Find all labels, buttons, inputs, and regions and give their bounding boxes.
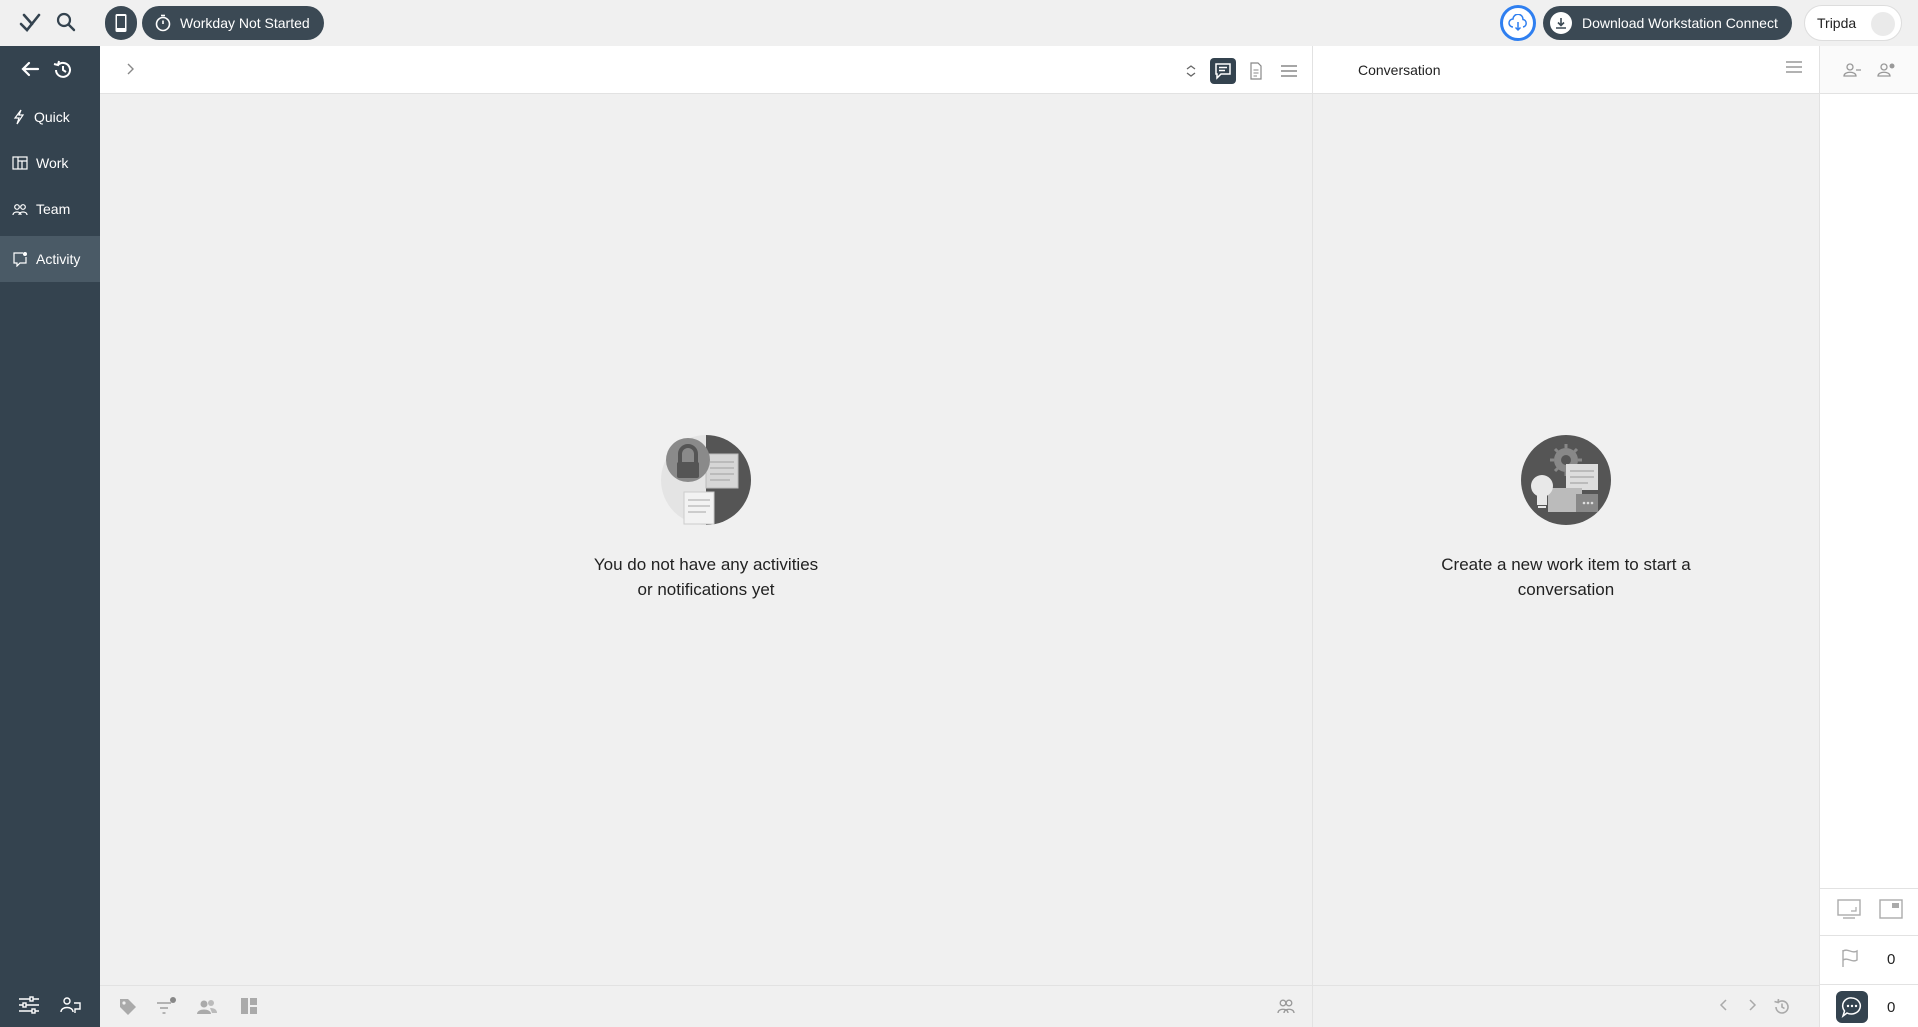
conversation-illustration-icon (1520, 434, 1612, 526)
chat-count: 0 (1887, 999, 1896, 1016)
conversation-panel: Create a new work item to start a conver… (1313, 94, 1820, 985)
group-users-icon[interactable] (1276, 997, 1296, 1015)
sidebar-top (0, 46, 100, 94)
flag-icon[interactable] (1840, 948, 1860, 968)
cloud-sync-button[interactable] (1500, 5, 1536, 41)
workday-status-label: Workday Not Started (180, 15, 310, 31)
conversation-empty-message: Create a new work item to start a conver… (1441, 555, 1691, 599)
chevron-right-icon[interactable] (124, 62, 136, 76)
rail-divider (1820, 935, 1918, 936)
cloud-download-icon (1508, 14, 1528, 32)
flag-count: 0 (1887, 951, 1896, 968)
history-icon[interactable] (1773, 998, 1791, 1016)
sidebar-item-activity[interactable]: Activity (0, 236, 100, 282)
back-arrow-icon[interactable] (20, 60, 40, 78)
activity-header (100, 46, 1313, 94)
chat-bubble-icon (1841, 996, 1863, 1018)
user-menu-button[interactable]: Tripda (1804, 5, 1902, 41)
conversation-title: Conversation (1358, 62, 1441, 78)
phone-icon (114, 13, 128, 33)
chat-view-icon[interactable] (1210, 58, 1236, 84)
download-workstation-connect-button[interactable]: Download Workstation Connect (1543, 6, 1792, 40)
screen-icon[interactable] (1837, 899, 1861, 919)
user-assign-icon[interactable] (1842, 61, 1862, 79)
sidebar-item-label: Activity (36, 251, 81, 267)
sidebar: Quick Work Team Activity (0, 46, 100, 1027)
people-icon[interactable] (196, 997, 218, 1017)
menu-icon[interactable] (1785, 60, 1803, 74)
chevron-right-icon[interactable] (1746, 998, 1758, 1012)
rail-divider (1820, 984, 1918, 985)
activity-empty-state: You do not have any activities or notifi… (566, 434, 846, 602)
tag-icon[interactable] (118, 997, 138, 1017)
sidebar-item-quick[interactable]: Quick (0, 94, 100, 140)
tools-logo-icon[interactable] (18, 11, 42, 35)
conversation-footer (1313, 985, 1820, 1027)
activity-icon (12, 251, 28, 267)
sidebar-item-work[interactable]: Work (0, 140, 100, 186)
conversation-empty-state: Create a new work item to start a conver… (1396, 434, 1736, 602)
right-rail: 0 0 (1820, 46, 1918, 1027)
sidebar-item-label: Quick (34, 109, 70, 125)
user-route-icon[interactable] (60, 995, 82, 1015)
download-label: Download Workstation Connect (1582, 15, 1778, 31)
rail-header (1820, 46, 1918, 94)
download-icon (1550, 12, 1572, 34)
collapse-all-icon[interactable] (1178, 58, 1204, 84)
activity-footer (100, 985, 1313, 1027)
workday-status-button[interactable]: Workday Not Started (142, 6, 324, 40)
filter-icon[interactable] (156, 997, 176, 1017)
menu-icon[interactable] (1276, 58, 1302, 84)
activity-empty-message: You do not have any activities or notifi… (593, 555, 819, 599)
user-name: Tripda (1817, 15, 1857, 31)
sidebar-bottom (0, 985, 100, 1027)
device-button[interactable] (105, 6, 137, 40)
document-icon[interactable] (1243, 58, 1269, 84)
top-bar: Workday Not Started Download Workstation… (0, 0, 1918, 46)
user-settings-icon[interactable] (1876, 61, 1896, 79)
top-left-area (0, 0, 100, 46)
notifications-illustration-icon (660, 434, 752, 526)
chevron-left-icon[interactable] (1718, 998, 1730, 1012)
sidebar-item-label: Team (36, 201, 71, 217)
lightning-icon (12, 109, 26, 125)
board-icon (12, 156, 28, 170)
sidebar-item-team[interactable]: Team (0, 186, 100, 232)
team-icon (12, 202, 28, 216)
window-icon[interactable] (1879, 899, 1903, 919)
avatar (1871, 12, 1895, 36)
chat-button[interactable] (1836, 991, 1868, 1023)
stopwatch-icon (154, 14, 172, 32)
search-icon[interactable] (54, 10, 78, 34)
conversation-header: Conversation (1313, 46, 1820, 94)
layout-icon[interactable] (240, 997, 258, 1015)
sidebar-item-label: Work (36, 155, 69, 171)
rail-divider (1820, 888, 1918, 889)
activity-panel: You do not have any activities or notifi… (100, 94, 1313, 985)
history-icon[interactable] (52, 59, 74, 81)
settings-sliders-icon[interactable] (18, 995, 40, 1015)
